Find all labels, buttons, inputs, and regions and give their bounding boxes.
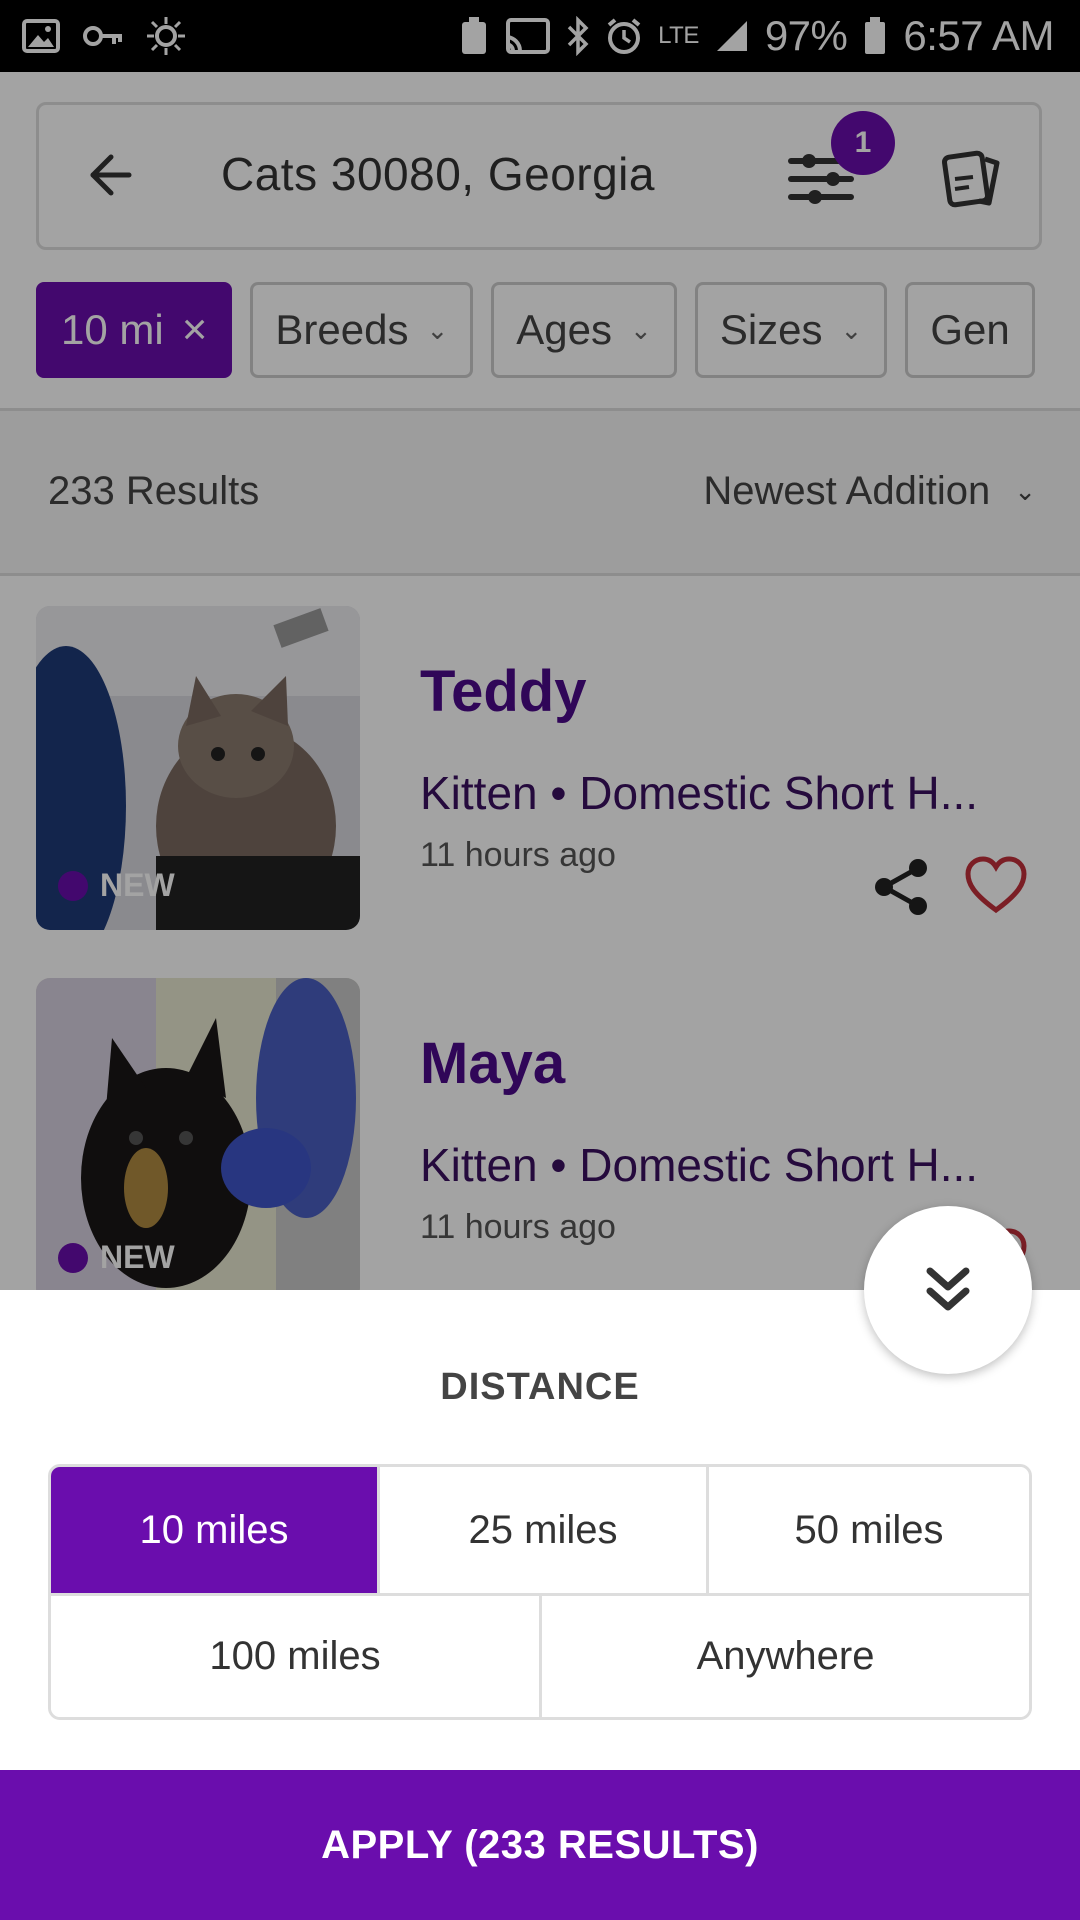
modal-scrim[interactable] [0, 0, 1080, 1290]
distance-options: 10 miles 25 miles 50 miles 100 miles Any… [48, 1464, 1032, 1720]
apply-button[interactable]: APPLY (233 RESULTS) [0, 1770, 1080, 1920]
distance-option-10[interactable]: 10 miles [51, 1467, 377, 1593]
grid-divider [706, 1467, 709, 1593]
collapse-sheet-button[interactable] [864, 1206, 1032, 1374]
sheet-title: DISTANCE [440, 1366, 640, 1408]
double-chevron-down-icon [926, 1267, 970, 1311]
grid-divider [377, 1467, 380, 1593]
grid-divider [539, 1596, 542, 1717]
distance-option-50[interactable]: 50 miles [709, 1467, 1029, 1593]
distance-option-25[interactable]: 25 miles [380, 1467, 706, 1593]
distance-option-anywhere[interactable]: Anywhere [542, 1596, 1029, 1717]
distance-option-100[interactable]: 100 miles [51, 1596, 539, 1717]
